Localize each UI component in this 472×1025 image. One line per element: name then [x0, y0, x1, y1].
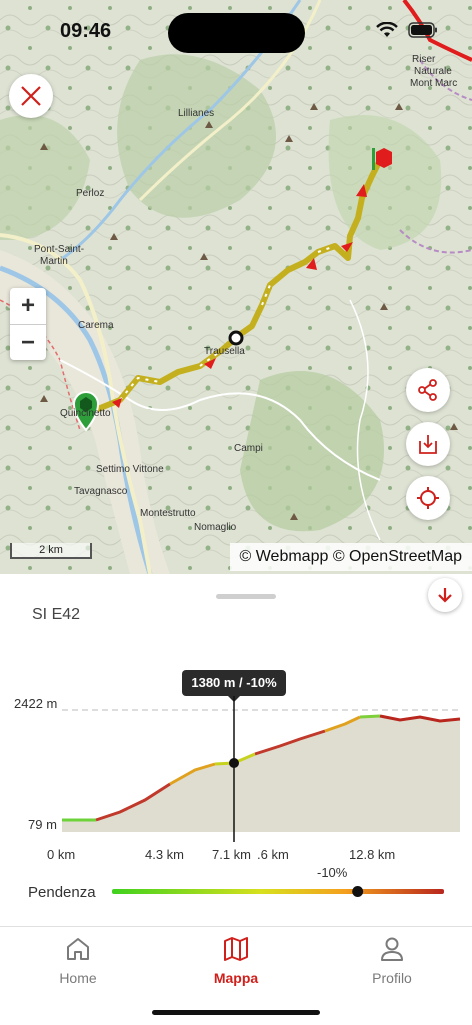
map-background — [0, 0, 472, 574]
place-label: Lillianes — [178, 108, 214, 119]
place-label: Settimo Vittone — [96, 464, 164, 475]
route-panel: SI E42 1380 m / -10% 2422 m 79 m 0 km 4.… — [0, 574, 472, 926]
elevation-chart[interactable] — [0, 574, 472, 926]
map-scale: 2 km — [10, 543, 92, 559]
profile-icon — [378, 935, 406, 963]
place-label: Nomaglio — [194, 522, 236, 533]
map-view[interactable]: Lillianes Perloz Pont-Saint- Martin Care… — [0, 0, 472, 574]
place-label: Trausella — [204, 346, 245, 357]
elevation-min-label: 79 m — [28, 817, 57, 832]
home-indicator — [152, 1010, 320, 1015]
map-attribution: © Webmapp © OpenStreetMap — [230, 543, 472, 571]
place-label: Campi — [234, 443, 263, 454]
tab-label: Mappa — [176, 970, 296, 986]
x-axis-label: 12.8 km — [349, 847, 395, 862]
place-label: Perloz — [76, 188, 104, 199]
place-label: Martin — [40, 256, 68, 267]
slope-indicator — [352, 886, 363, 897]
wifi-icon — [376, 22, 398, 38]
place-label: Mont Marc — [410, 78, 457, 89]
x-axis-label: 7.1 km — [212, 847, 251, 862]
close-icon — [19, 84, 43, 108]
home-icon — [64, 935, 92, 963]
place-label: Montestrutto — [140, 508, 196, 519]
status-bar: 09:46 — [0, 0, 472, 60]
share-button[interactable] — [406, 368, 450, 412]
place-label: Quincinetto — [60, 408, 111, 419]
x-axis-label: 4.3 km — [145, 847, 184, 862]
zoom-out-button[interactable]: − — [10, 325, 46, 361]
status-time: 09:46 — [60, 20, 111, 43]
tab-home[interactable]: Home — [18, 935, 138, 986]
locate-button[interactable] — [406, 476, 450, 520]
slope-value: -10% — [317, 865, 347, 880]
place-label: Pont-Saint- — [34, 244, 84, 255]
x-axis-label: 0 km — [47, 847, 75, 862]
zoom-control: + − — [10, 288, 46, 360]
tab-map[interactable]: Mappa — [176, 935, 296, 986]
crosshair-icon — [416, 486, 440, 510]
tab-label: Home — [18, 970, 138, 986]
zoom-in-button[interactable]: + — [10, 288, 46, 325]
tab-label: Profilo — [332, 970, 452, 986]
dynamic-island — [168, 13, 305, 53]
close-button[interactable] — [9, 74, 53, 118]
slope-label: Pendenza — [28, 884, 96, 901]
x-axis-label: .6 km — [257, 847, 289, 862]
place-label: Tavagnasco — [74, 486, 127, 497]
battery-icon — [408, 22, 438, 38]
download-button[interactable] — [406, 422, 450, 466]
tab-profile[interactable]: Profilo — [332, 935, 452, 986]
place-label: Naturale — [414, 66, 452, 77]
download-icon — [417, 433, 439, 455]
share-icon — [417, 379, 439, 401]
map-icon — [222, 935, 250, 963]
elevation-max-label: 2422 m — [14, 696, 57, 711]
place-label: Carema — [78, 320, 114, 331]
